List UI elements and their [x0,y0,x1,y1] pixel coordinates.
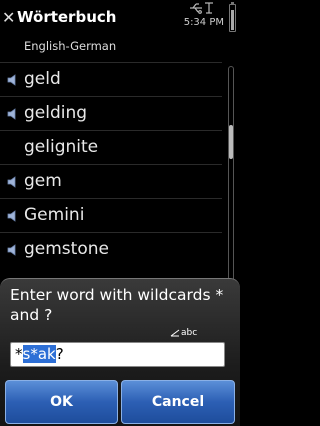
list-item[interactable]: gelignite [0,130,222,164]
word-label: gemstone [24,239,109,259]
list-item[interactable]: gelding [0,96,222,130]
cancel-button[interactable]: Cancel [121,380,235,424]
word-label: Gemini [24,205,85,225]
word-label: geld [24,69,61,89]
scroll-thumb[interactable] [229,125,233,159]
dialog-buttons: OK Cancel [5,380,235,424]
antenna-icon [205,2,213,14]
list-item[interactable]: gemstone [0,232,222,266]
ok-button[interactable]: OK [5,380,118,424]
input-mode-indicator: abc [181,328,198,338]
list-item[interactable]: Gemini [0,198,222,232]
pen-icon [170,329,180,337]
dialog-prompt: Enter word with wildcards * and ? [10,286,224,324]
battery-icon [229,2,236,32]
dictionary-direction: English-German [24,39,117,53]
usb-icon [190,3,202,14]
speaker-icon[interactable] [6,210,22,222]
word-label: gelding [24,103,88,123]
speaker-icon[interactable] [6,108,22,120]
app-title: Wörterbuch [17,8,117,26]
wildcard-input[interactable]: *s*ak? [10,342,225,367]
title-bar: ✕ Wörterbuch 5:34 PM [0,0,240,36]
clock: 5:34 PM [183,17,224,28]
list-item[interactable]: geld [0,62,222,96]
word-label: gem [24,171,62,191]
word-label: gelignite [24,137,99,157]
wildcard-dialog: Enter word with wildcards * and ? abc *s… [0,278,240,426]
list-item[interactable]: gem [0,164,222,198]
speaker-icon[interactable] [6,176,22,188]
speaker-icon[interactable] [6,74,22,86]
word-list: geld gelding gelignite gem Gemini gemsto… [0,62,222,266]
close-icon[interactable]: ✕ [2,10,15,26]
screen: ✕ Wörterbuch 5:34 PM English-German geld… [0,0,240,426]
speaker-icon[interactable] [6,244,22,256]
scrollbar[interactable] [228,66,234,284]
